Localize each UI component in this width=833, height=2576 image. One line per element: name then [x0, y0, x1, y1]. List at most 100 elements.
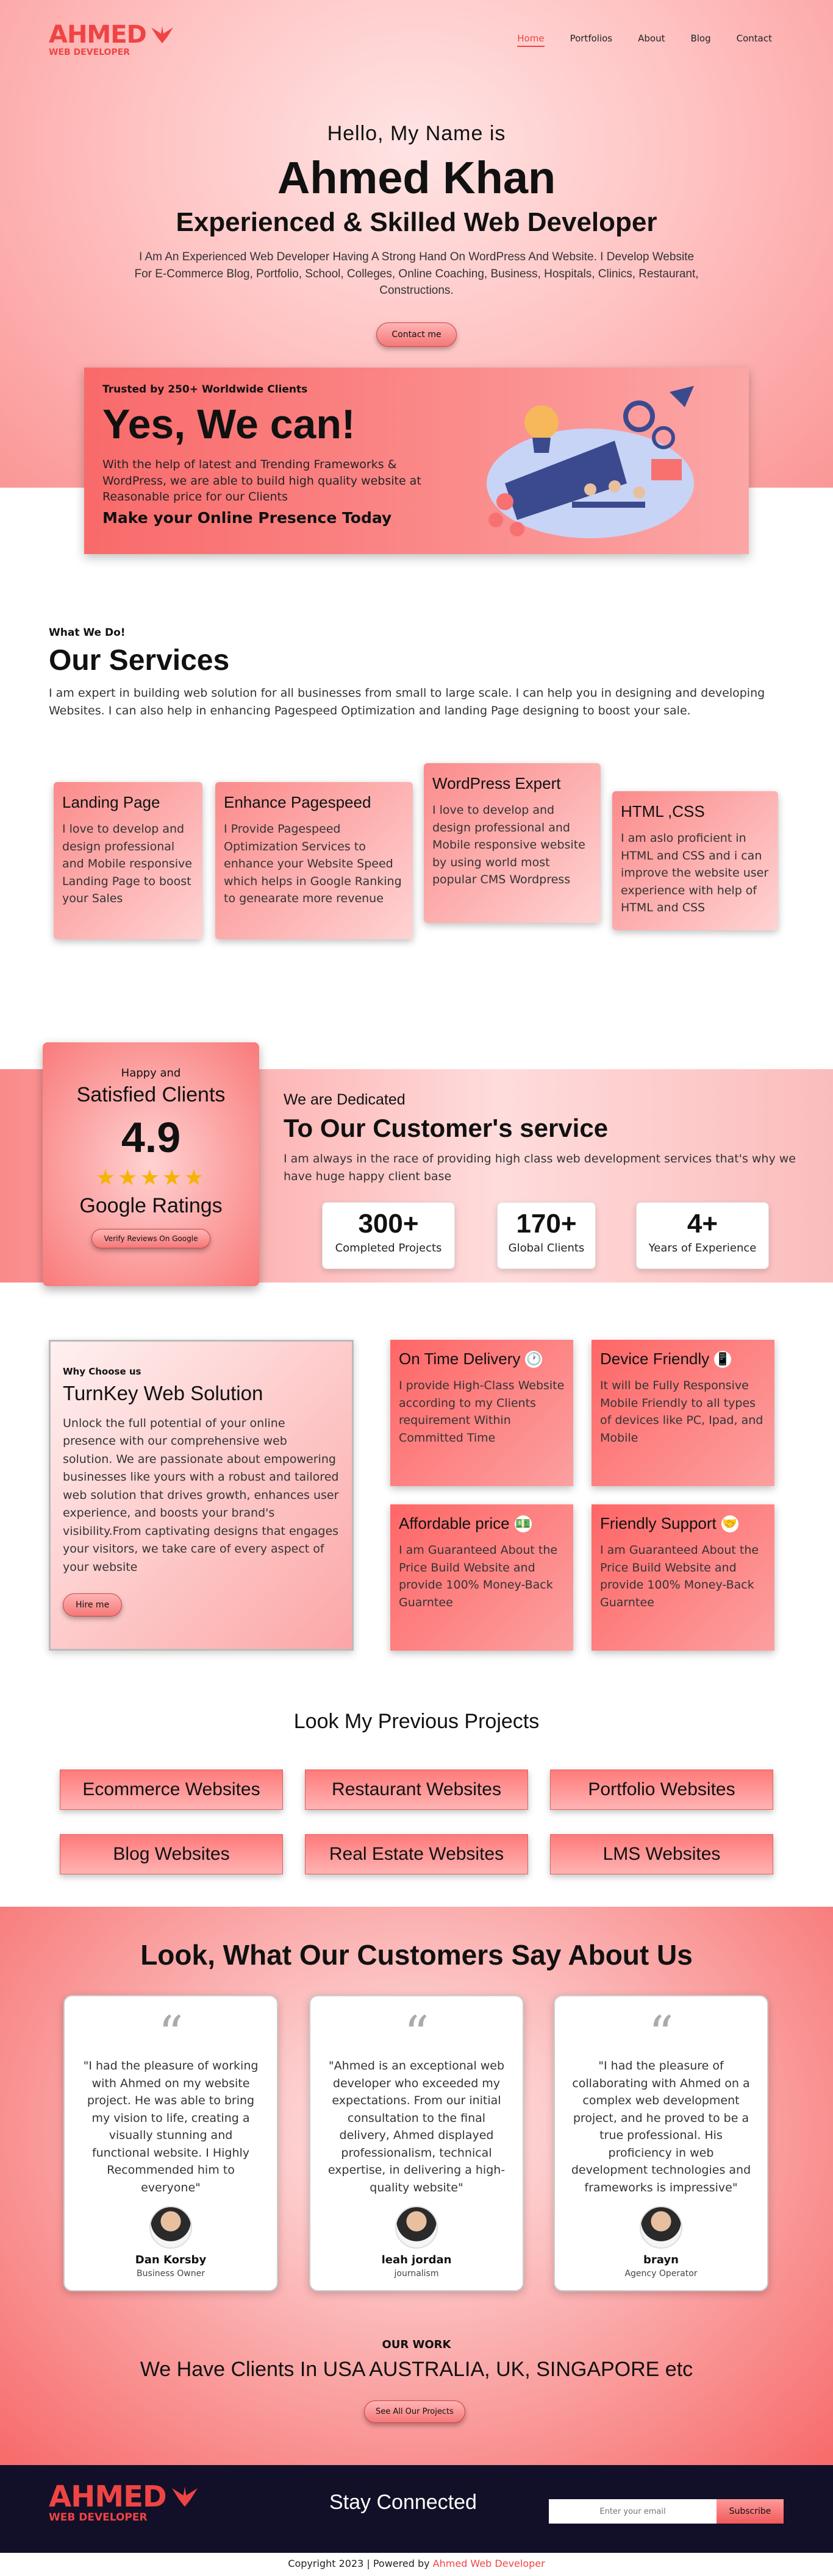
project-restaurant-button[interactable]: Restaurant Websites: [305, 1770, 528, 1810]
services-title: Our Services: [49, 644, 230, 677]
site-logo[interactable]: AHMED WEB DEVELOPER: [49, 23, 174, 57]
quote-icon: “: [648, 2005, 674, 2062]
feature-text: I provide High-Class Website according t…: [399, 1379, 565, 1445]
copyright: Copyright 2023 | Powered by Ahmed Web De…: [0, 2553, 833, 2576]
feature-friendly-support: Friendly Support 🤝 I am Guaranteed About …: [592, 1504, 774, 1651]
service-card-html-css[interactable]: HTML ,CSS I am aslo proficient in HTML a…: [612, 791, 778, 930]
clock-icon: 🕐: [525, 1350, 543, 1368]
banner-description: With the help of latest and Trending Fra…: [102, 458, 421, 504]
avatar: [149, 2206, 192, 2249]
service-title: WordPress Expert: [432, 774, 561, 792]
quote-icon: “: [158, 2005, 184, 2062]
star-rating-icon: ★★★★★: [95, 1165, 207, 1190]
main-nav: Home Portfolios About Blog Contact: [517, 33, 772, 47]
project-blog-button[interactable]: Blog Websites: [60, 1834, 283, 1874]
feature-affordable-price: Affordable price 💵 I am Guaranteed About …: [390, 1504, 573, 1651]
rating-score: 4.9: [121, 1114, 181, 1161]
service-text: I Provide Pagespeed Optimization Service…: [224, 822, 402, 905]
avatar: [395, 2206, 438, 2249]
testimonials-section: Look, What Our Customers Say About Us “ …: [0, 1907, 833, 2465]
testimonial-role: Agency Operator: [624, 2269, 698, 2279]
service-title: Landing Page: [62, 793, 160, 811]
rating-google: Google Ratings: [79, 1194, 223, 1217]
eagle-icon: [171, 2486, 198, 2507]
copyright-text: Copyright 2023 | Powered by: [288, 2558, 430, 2569]
logo-name: AHMED: [49, 21, 147, 49]
stat-years-experience: 4+ Years of Experience: [636, 1202, 769, 1269]
stat-value: 300+: [358, 1209, 419, 1239]
testimonial-text: "Ahmed is an exceptional web developer w…: [327, 2059, 506, 2194]
feature-on-time-delivery: On Time Delivery 🕐 I provide High-Class W…: [390, 1340, 573, 1486]
projects-title: Look My Previous Projects: [293, 1710, 540, 1733]
hero-description: I Am An Experienced Web Developer Having…: [134, 251, 699, 297]
service-card-landing-page[interactable]: Landing Page I love to develop and desig…: [54, 782, 202, 939]
testimonial-name: Dan Korsby: [135, 2254, 207, 2266]
feature-title: On Time Delivery: [399, 1350, 521, 1368]
services-eyebrow: What We Do!: [49, 627, 126, 639]
services-description: I am expert in building web solution for…: [49, 686, 765, 717]
email-input[interactable]: [549, 2499, 717, 2524]
hire-me-button[interactable]: Hire me: [63, 1593, 123, 1617]
subscribe-form: Subscribe: [549, 2499, 784, 2524]
services-section: What We Do! Our Services I am expert in …: [49, 627, 784, 719]
contact-me-button[interactable]: Contact me: [376, 322, 457, 347]
dedicated-title: To Our Customer's service: [284, 1114, 609, 1142]
stat-value: 4+: [687, 1209, 718, 1239]
ourwork-title: We Have Clients In USA AUSTRALIA, UK, SI…: [140, 2358, 693, 2381]
footer-logo[interactable]: AHMED WEB DEVELOPER: [49, 2482, 199, 2523]
service-text: I love to develop and design professiona…: [432, 803, 585, 886]
nav-portfolios[interactable]: Portfolios: [570, 33, 613, 47]
handshake-icon: 🤝: [721, 1515, 738, 1532]
avatar: [640, 2206, 682, 2249]
stat-label: Years of Experience: [648, 1242, 757, 1254]
project-real-estate-button[interactable]: Real Estate Websites: [305, 1834, 528, 1874]
subscribe-button[interactable]: Subscribe: [717, 2499, 784, 2524]
testimonial-card: “ "I had the pleasure of collaborating w…: [554, 1995, 768, 2291]
project-portfolio-button[interactable]: Portfolio Websites: [550, 1770, 773, 1810]
mobile-icon: 📱: [714, 1350, 732, 1368]
testimonial-role: Business Owner: [137, 2269, 205, 2279]
feature-title: Affordable price: [399, 1514, 510, 1532]
hero-role: Experienced & Skilled Web Developer: [176, 207, 657, 237]
feature-title: Device Friendly: [600, 1350, 710, 1368]
copyright-brand-link[interactable]: Ahmed Web Developer: [433, 2558, 545, 2569]
service-card-wordpress[interactable]: WordPress Expert I love to develop and d…: [424, 763, 601, 923]
testimonial-text: "I had the pleasure of working with Ahme…: [83, 2059, 259, 2194]
nav-blog[interactable]: Blog: [690, 33, 710, 47]
rating-happy: Happy and: [121, 1067, 181, 1080]
service-card-pagespeed[interactable]: Enhance Pagespeed I Provide Pagespeed Op…: [215, 782, 413, 939]
project-ecommerce-button[interactable]: Ecommerce Websites: [60, 1770, 283, 1810]
dedicated-eyebrow: We are Dedicated: [284, 1091, 406, 1108]
turnkey-eyebrow: Why Choose us: [63, 1366, 141, 1377]
nav-contact[interactable]: Contact: [737, 33, 772, 47]
testimonial-name: leah jordan: [381, 2254, 452, 2266]
eagle-icon: [151, 26, 173, 43]
site-footer: AHMED WEB DEVELOPER Stay Connected Subsc…: [0, 2465, 833, 2553]
stat-value: 170+: [516, 1209, 577, 1239]
service-text: I am aslo proficient in HTML and CSS and…: [621, 831, 769, 914]
logo-subtitle: WEB DEVELOPER: [49, 2511, 148, 2524]
turnkey-text: Unlock the full potential of your online…: [63, 1417, 339, 1574]
feature-text: It will be Fully Responsive Mobile Frien…: [600, 1379, 763, 1445]
service-text: I love to develop and design professiona…: [62, 822, 192, 905]
testimonial-name: brayn: [643, 2254, 679, 2266]
project-lms-button[interactable]: LMS Websites: [550, 1834, 773, 1874]
stat-label: Completed Projects: [335, 1242, 442, 1254]
dedicated-text: We are Dedicated To Our Customer's servi…: [284, 1091, 796, 1185]
verify-reviews-button[interactable]: Verify Reviews On Google: [91, 1229, 211, 1248]
turnkey-title: TurnKey Web Solution: [63, 1382, 263, 1404]
footer-title: Stay Connected: [329, 2491, 477, 2514]
promo-banner: Trusted by 250+ Worldwide Clients Yes, W…: [84, 368, 749, 554]
see-all-projects-button[interactable]: See All Our Projects: [364, 2400, 465, 2423]
nav-home[interactable]: Home: [517, 33, 545, 47]
nav-about[interactable]: About: [638, 33, 665, 47]
marketing-illustration: [487, 386, 694, 538]
feature-device-friendly: Device Friendly 📱 It will be Fully Respon…: [592, 1340, 774, 1486]
testimonial-text: "I had the pleasure of collaborating wit…: [571, 2059, 751, 2194]
stat-label: Global Clients: [508, 1242, 585, 1254]
hero-name: Ahmed Khan: [277, 152, 556, 203]
site-header: AHMED WEB DEVELOPER Home Portfolios Abou…: [0, 0, 833, 79]
ourwork-eyebrow: OUR WORK: [382, 2338, 451, 2351]
logo-subtitle: WEB DEVELOPER: [49, 48, 130, 57]
hero-text: Hello, My Name is Ahmed Khan Experienced…: [0, 122, 833, 347]
